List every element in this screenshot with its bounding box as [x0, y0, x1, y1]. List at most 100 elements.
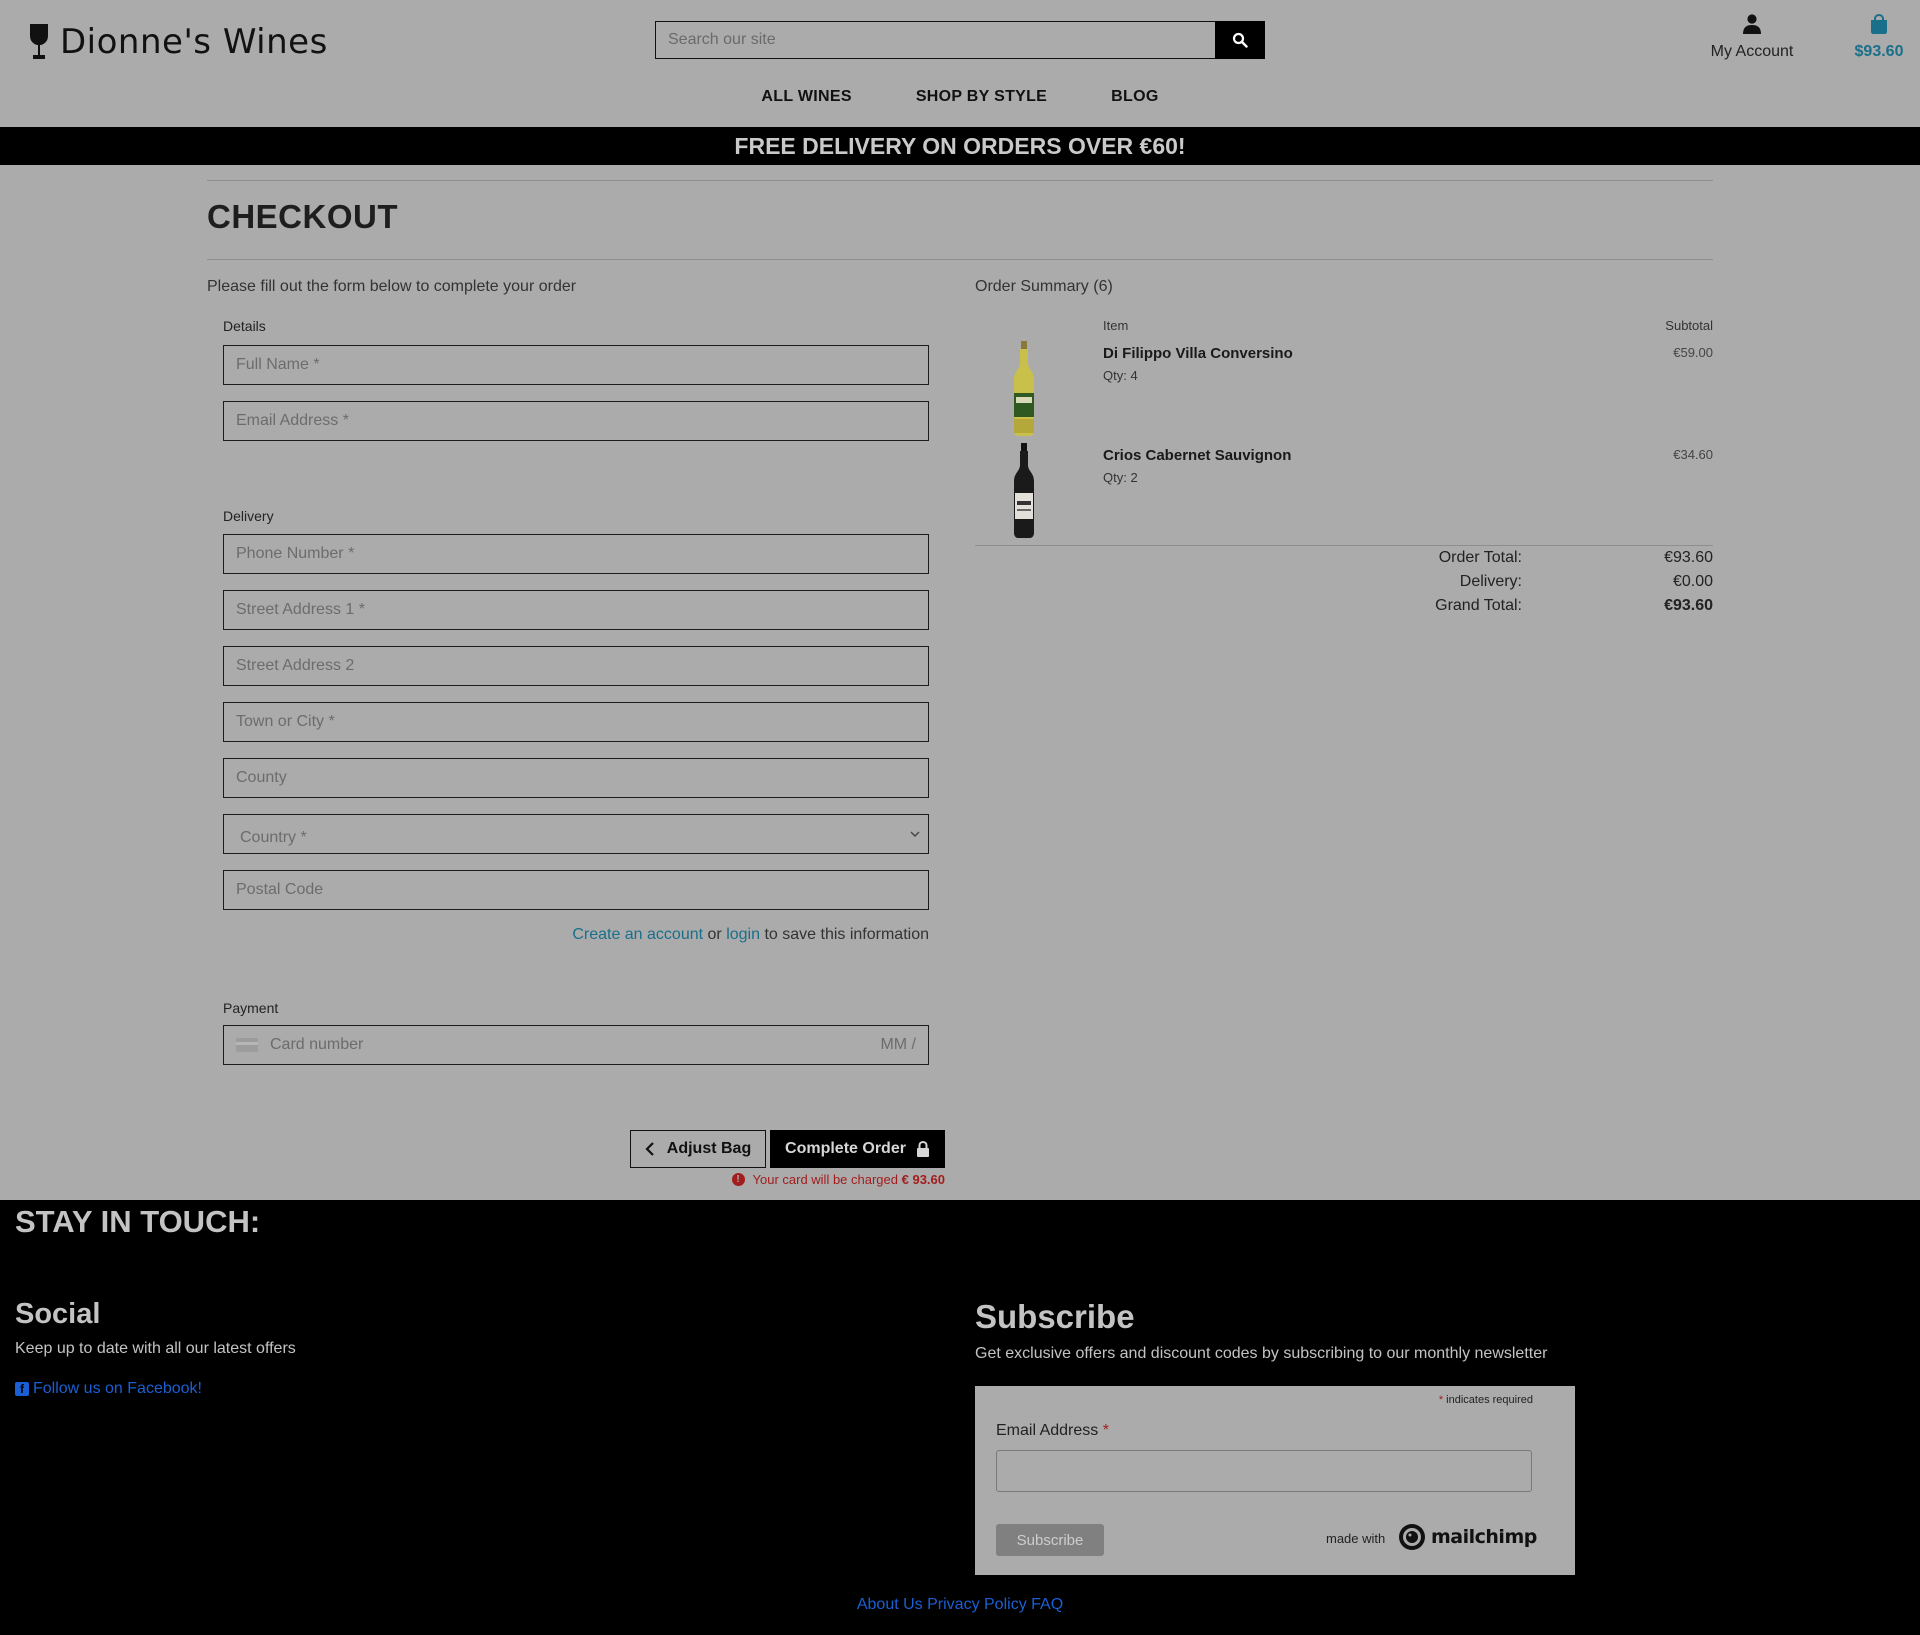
bag-total: $93.60: [1854, 43, 1904, 60]
newsletter-email-label-text: Email Address: [996, 1422, 1099, 1439]
grand-total-value: €93.60: [1664, 597, 1713, 614]
email-field[interactable]: [223, 401, 929, 441]
mailchimp-signup-form: * indicates required Email Address * Sub…: [975, 1386, 1575, 1575]
mailchimp-icon: [1399, 1524, 1425, 1550]
facebook-icon: f: [15, 1382, 29, 1396]
newsletter-email-label: Email Address *: [996, 1422, 1109, 1440]
newsletter-email-input[interactable]: [996, 1450, 1532, 1492]
footer-links: About Us Privacy Policy FAQ: [0, 1596, 1920, 1614]
free-delivery-banner: FREE DELIVERY ON ORDERS OVER €60!: [0, 127, 1920, 165]
nav-all-wines[interactable]: ALL WINES: [761, 88, 851, 106]
save-info-text: Create an account or login to save this …: [223, 926, 929, 944]
payment-label: Payment: [223, 1000, 279, 1016]
divider: [207, 259, 1713, 260]
street-address-1-field[interactable]: [223, 590, 929, 630]
phone-field[interactable]: [223, 534, 929, 574]
faq-link[interactable]: FAQ: [1031, 1596, 1063, 1613]
search-bar: [655, 21, 1265, 59]
mailchimp-logo[interactable]: mailchimp: [1397, 1522, 1537, 1552]
search-input[interactable]: [655, 21, 1215, 59]
red-wine-bottle-image[interactable]: [1006, 443, 1042, 538]
cart-item-price: €59.00: [1673, 345, 1713, 360]
order-total-value: €93.60: [1664, 549, 1713, 566]
required-note: * indicates required: [1439, 1394, 1533, 1406]
card-expiry-placeholder: MM /: [880, 1036, 916, 1053]
summary-col-subtotal: Subtotal: [1665, 318, 1713, 333]
page-title: CHECKOUT: [207, 198, 398, 235]
user-icon: [1743, 14, 1761, 34]
cart-item-price: €34.60: [1673, 447, 1713, 462]
required-star: *: [1438, 1394, 1444, 1406]
chevron-down-icon: [910, 831, 920, 837]
about-us-link[interactable]: About Us: [857, 1596, 923, 1613]
my-account-label: My Account: [1710, 43, 1794, 60]
wine-glass-icon: [30, 24, 48, 59]
country-select[interactable]: Country *: [223, 814, 929, 854]
cart-item-name[interactable]: Di Filippo Villa Conversino: [1103, 345, 1293, 362]
cart-item-qty: Qty: 2: [1103, 470, 1138, 485]
white-wine-bottle-image[interactable]: [1006, 341, 1042, 436]
subscribe-button[interactable]: Subscribe: [996, 1524, 1104, 1556]
required-star: *: [1102, 1422, 1109, 1439]
facebook-link-label: Follow us on Facebook!: [33, 1380, 202, 1397]
lock-icon: [916, 1141, 929, 1157]
stay-in-touch-heading: STAY IN TOUCH:: [15, 1204, 261, 1239]
divider: [207, 180, 1713, 181]
logo-text: Dionne's Wines: [60, 22, 328, 62]
shopping-bag-link[interactable]: $93.60: [1832, 13, 1920, 61]
full-name-field[interactable]: [223, 345, 929, 385]
exclamation-circle-icon: !: [731, 1173, 745, 1186]
site-header: Dionne's Wines My Account $93.60 ALL WIN…: [0, 0, 1920, 127]
summary-divider: [975, 545, 1713, 546]
logo[interactable]: Dionne's Wines: [28, 20, 328, 64]
shopping-bag-icon: [1871, 13, 1887, 34]
adjust-bag-label: Adjust Bag: [666, 1140, 752, 1157]
site-footer: STAY IN TOUCH: Social Keep up to date wi…: [0, 1200, 1920, 1635]
create-account-link[interactable]: Create an account: [572, 926, 703, 943]
details-label: Details: [223, 318, 266, 334]
delivery-label: Delivery: [223, 508, 274, 524]
required-note-text: indicates required: [1446, 1394, 1533, 1406]
search-button[interactable]: [1215, 21, 1265, 59]
order-total-label: Order Total:: [1438, 549, 1522, 566]
charge-note: ! Your card will be charged € 93.60: [600, 1172, 945, 1187]
country-select-value: Country *: [240, 829, 307, 846]
adjust-bag-button[interactable]: Adjust Bag: [630, 1130, 766, 1168]
or-text: or: [707, 926, 722, 943]
nav-blog[interactable]: BLOG: [1111, 88, 1158, 106]
facebook-link[interactable]: f Follow us on Facebook!: [15, 1380, 202, 1398]
social-heading: Social: [15, 1298, 101, 1330]
county-field[interactable]: [223, 758, 929, 798]
credit-card-icon: [236, 1038, 258, 1052]
cart-item-qty: Qty: 4: [1103, 368, 1138, 383]
delivery-cost-label: Delivery:: [1459, 573, 1522, 590]
mailchimp-wordmark: mailchimp: [1431, 1526, 1537, 1548]
checkout-intro: Please fill out the form below to comple…: [207, 278, 577, 295]
card-number-placeholder: Card number: [270, 1036, 364, 1053]
grand-total-label: Grand Total:: [1435, 597, 1522, 614]
summary-col-item: Item: [1103, 318, 1129, 333]
main-nav: ALL WINES SHOP BY STYLE BLOG: [0, 88, 1920, 106]
nav-shop-by-style[interactable]: SHOP BY STYLE: [916, 88, 1047, 106]
search-icon: [1232, 32, 1248, 48]
privacy-policy-link[interactable]: Privacy Policy: [927, 1596, 1027, 1613]
delivery-cost-value: €0.00: [1672, 573, 1713, 590]
login-link[interactable]: login: [726, 926, 760, 943]
subscribe-text: Get exclusive offers and discount codes …: [975, 1345, 1548, 1362]
postal-code-field[interactable]: [223, 870, 929, 910]
charge-amount: € 93.60: [901, 1172, 945, 1187]
street-address-2-field[interactable]: [223, 646, 929, 686]
order-summary-title: Order Summary (6): [975, 278, 1113, 295]
made-with-text: made with: [1326, 1531, 1386, 1546]
complete-order-label: Complete Order: [785, 1140, 906, 1157]
save-info-suffix: to save this information: [764, 926, 929, 943]
chevron-left-icon: [645, 1142, 654, 1156]
subscribe-heading: Subscribe: [975, 1298, 1135, 1335]
social-text: Keep up to date with all our latest offe…: [15, 1340, 296, 1357]
charge-text: Your card will be charged: [752, 1172, 899, 1187]
my-account-link[interactable]: My Account: [1705, 14, 1799, 61]
complete-order-button[interactable]: Complete Order: [770, 1130, 945, 1168]
town-city-field[interactable]: [223, 702, 929, 742]
cart-item-name[interactable]: Crios Cabernet Sauvignon: [1103, 447, 1291, 464]
card-number-field[interactable]: Card number MM /: [223, 1025, 929, 1065]
